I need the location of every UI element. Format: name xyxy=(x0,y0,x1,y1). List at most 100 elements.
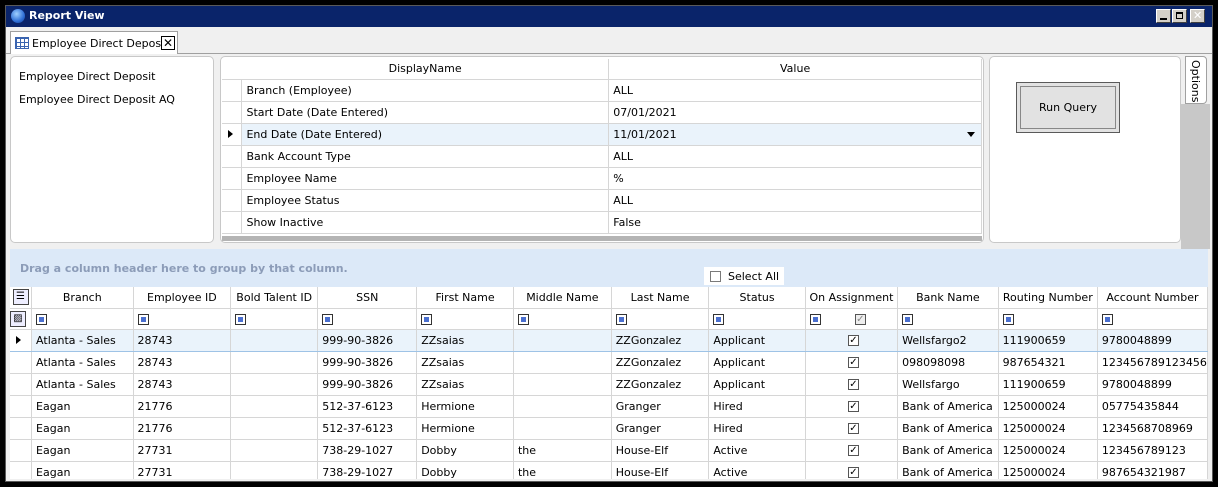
column-header[interactable]: Branch xyxy=(31,287,134,309)
filter-icon[interactable] xyxy=(615,313,627,325)
on-assignment-checkbox[interactable]: ✓ xyxy=(847,423,859,434)
close-window-button[interactable]: ✕ xyxy=(1190,9,1205,23)
table-row[interactable]: Eagan 27731 738-29-1027 Dobby the House-Elf Ac… xyxy=(10,439,1208,462)
param-header-displayname[interactable]: DisplayName xyxy=(241,59,610,80)
filter-icon[interactable] xyxy=(322,313,334,325)
cell-ssn[interactable]: 512-37-6123 xyxy=(317,417,418,440)
column-header[interactable]: Last Name xyxy=(611,287,710,309)
cell-bold-talent-id[interactable] xyxy=(230,328,319,352)
cell-account-number[interactable]: 987654321987 xyxy=(1097,461,1208,479)
filter-icon[interactable] xyxy=(902,313,914,325)
tab-employee-direct-deposit[interactable]: Employee Direct Deposit ✕ xyxy=(10,31,178,54)
on-assignment-checkbox[interactable]: ✓ xyxy=(847,401,859,412)
filter-icon[interactable] xyxy=(137,313,149,325)
cell-status[interactable]: Hired xyxy=(708,395,806,418)
cell-routing-number[interactable]: 111900659 xyxy=(998,328,1098,352)
cell-status[interactable]: Applicant xyxy=(708,328,806,352)
cell-middle-name[interactable]: the xyxy=(513,439,612,462)
cell-branch[interactable]: Eagan xyxy=(31,439,134,462)
cell-branch[interactable]: Atlanta - Sales xyxy=(31,351,134,374)
on-assignment-cell[interactable]: ✓ xyxy=(805,395,899,418)
clear-filter-icon[interactable]: ▨ xyxy=(10,310,26,327)
cell-middle-name[interactable] xyxy=(513,417,612,440)
title-bar[interactable]: Report View ✕ xyxy=(6,6,1212,27)
filter-icon[interactable] xyxy=(809,313,821,325)
horizontal-scrollbar[interactable] xyxy=(222,236,982,241)
on-assignment-checkbox[interactable]: ✓ xyxy=(847,445,859,456)
cell-middle-name[interactable] xyxy=(513,373,612,396)
filter-icon[interactable] xyxy=(713,313,725,325)
minimize-button[interactable] xyxy=(1156,9,1171,23)
report-item-employee-direct-deposit[interactable]: Employee Direct Deposit xyxy=(19,70,155,83)
cell-first-name[interactable]: Dobby xyxy=(416,461,514,479)
cell-bank-name[interactable]: Bank of America xyxy=(897,417,999,440)
cell-branch[interactable]: Atlanta - Sales xyxy=(31,373,134,396)
filter-icon[interactable] xyxy=(517,313,529,325)
column-header[interactable]: Bold Talent ID xyxy=(230,287,319,309)
column-header[interactable]: Routing Number xyxy=(998,287,1098,309)
column-header[interactable]: Employee ID xyxy=(133,287,232,309)
cell-employee-id[interactable]: 28743 xyxy=(133,328,232,352)
cell-account-number[interactable]: 1234568708969 xyxy=(1097,417,1208,440)
checkbox[interactable] xyxy=(710,271,721,282)
on-assignment-checkbox[interactable]: ✓ xyxy=(847,335,859,346)
filter-icon[interactable] xyxy=(1101,313,1113,325)
on-assignment-checkbox[interactable]: ✓ xyxy=(847,379,859,390)
cell-bold-talent-id[interactable] xyxy=(230,351,319,374)
table-row[interactable]: Atlanta - Sales 28743 999-90-3826 ZZsaias ZZ… xyxy=(10,328,1208,352)
param-value[interactable]: False xyxy=(608,211,982,234)
filter-icon[interactable] xyxy=(421,313,433,325)
options-side-tab[interactable]: Options xyxy=(1185,56,1207,104)
param-value[interactable]: ALL xyxy=(608,145,982,168)
filter-cell[interactable] xyxy=(897,308,999,330)
cell-account-number[interactable]: 123456789123 xyxy=(1097,439,1208,462)
assignment-filter-checkbox[interactable]: ✓ xyxy=(854,313,866,325)
cell-account-number[interactable]: 9780048899 xyxy=(1097,328,1208,352)
cell-bold-talent-id[interactable] xyxy=(230,373,319,396)
cell-bank-name[interactable]: Wellsfargo2 xyxy=(897,328,999,352)
filter-cell[interactable] xyxy=(317,308,418,330)
on-assignment-cell[interactable]: ✓ xyxy=(805,461,899,479)
filter-icon[interactable] xyxy=(235,313,247,325)
close-tab-icon[interactable]: ✕ xyxy=(161,36,175,50)
cell-bank-name[interactable]: Wellsfargo xyxy=(897,373,999,396)
cell-first-name[interactable]: ZZsaias xyxy=(416,351,514,374)
cell-ssn[interactable]: 738-29-1027 xyxy=(317,439,418,462)
cell-ssn[interactable]: 999-90-3826 xyxy=(317,373,418,396)
cell-first-name[interactable]: Dobby xyxy=(416,439,514,462)
cell-employee-id[interactable]: 21776 xyxy=(133,417,232,440)
cell-status[interactable]: Hired xyxy=(708,417,806,440)
cell-employee-id[interactable]: 27731 xyxy=(133,439,232,462)
cell-last-name[interactable]: House-Elf xyxy=(611,439,710,462)
on-assignment-cell[interactable]: ✓ xyxy=(805,351,899,374)
cell-bank-name[interactable]: Bank of America xyxy=(897,439,999,462)
column-header[interactable]: Bank Name xyxy=(897,287,999,309)
select-all-checkbox[interactable]: Select All xyxy=(704,267,784,285)
cell-bank-name[interactable]: Bank of America xyxy=(897,461,999,479)
table-row[interactable]: Eagan 21776 512-37-6123 Hermione Granger Hire… xyxy=(10,417,1208,440)
cell-routing-number[interactable]: 125000024 xyxy=(998,395,1098,418)
column-header[interactable]: Status xyxy=(708,287,806,309)
column-header[interactable]: Middle Name xyxy=(513,287,612,309)
cell-routing-number[interactable]: 987654321 xyxy=(998,351,1098,374)
param-value-dropdown[interactable]: 11/01/2021 xyxy=(608,123,982,146)
cell-account-number[interactable]: 9780048899 xyxy=(1097,373,1208,396)
cell-last-name[interactable]: Granger xyxy=(611,417,710,440)
cell-bold-talent-id[interactable] xyxy=(230,417,319,440)
table-row[interactable]: Atlanta - Sales 28743 999-90-3826 ZZsaias ZZ… xyxy=(10,351,1208,374)
param-value[interactable]: 07/01/2021 xyxy=(608,101,982,124)
filter-cell[interactable] xyxy=(1097,308,1208,330)
cell-branch[interactable]: Eagan xyxy=(31,395,134,418)
cell-last-name[interactable]: ZZGonzalez xyxy=(611,351,710,374)
column-chooser-icon[interactable]: ☰ xyxy=(12,289,29,306)
cell-employee-id[interactable]: 21776 xyxy=(133,395,232,418)
param-header-value[interactable]: Value xyxy=(608,59,982,80)
cell-middle-name[interactable] xyxy=(513,351,612,374)
param-value[interactable]: ALL xyxy=(608,189,982,212)
maximize-button[interactable] xyxy=(1172,9,1187,23)
cell-bold-talent-id[interactable] xyxy=(230,395,319,418)
cell-middle-name[interactable] xyxy=(513,395,612,418)
cell-first-name[interactable]: ZZsaias xyxy=(416,328,514,352)
param-value[interactable]: % xyxy=(608,167,982,190)
filter-cell[interactable]: ✓ xyxy=(805,308,899,330)
